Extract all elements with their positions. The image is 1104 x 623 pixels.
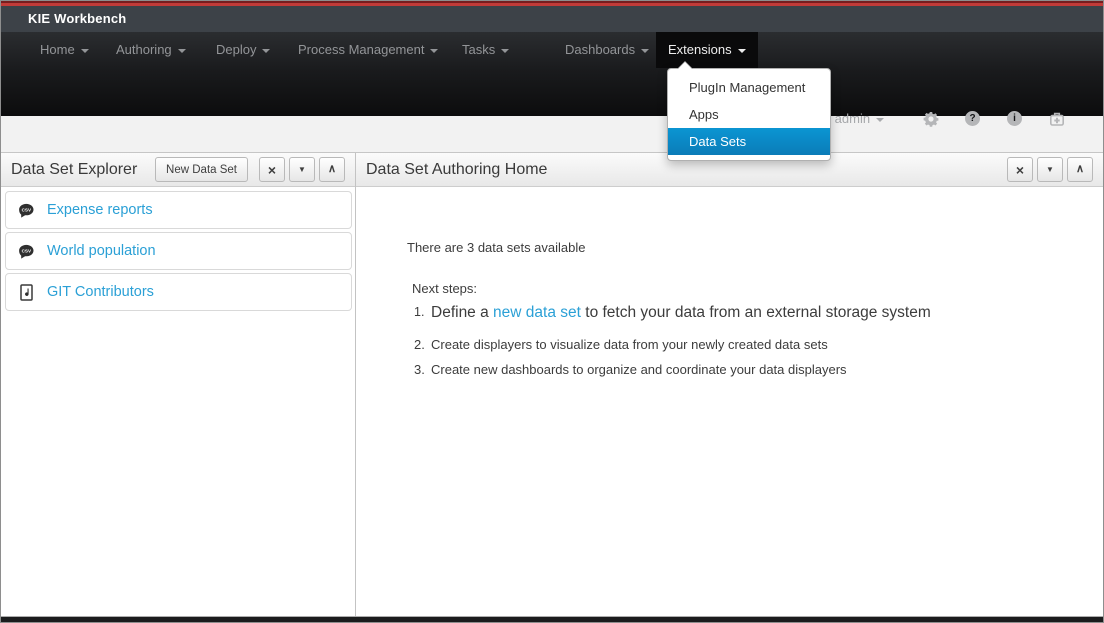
csv-dataset-icon: CSV — [17, 201, 36, 220]
collapse-panel-button[interactable]: ∧ — [319, 157, 345, 182]
help-icon[interactable]: ? — [965, 111, 981, 127]
next-step-3: 3.Create new dashboards to organize and … — [414, 362, 847, 377]
nav-item-authoring[interactable]: Authoring — [104, 32, 198, 68]
chevron-down-icon — [738, 49, 746, 53]
chevron-down-icon — [178, 49, 186, 53]
svg-text:CSV: CSV — [22, 248, 32, 253]
home-panel-title: Data Set Authoring Home — [366, 161, 547, 179]
nav-item-extensions[interactable]: Extensions — [656, 32, 758, 68]
data-set-item-expense-reports[interactable]: CSV Expense reports — [5, 191, 352, 229]
caret-down-icon: ▼ — [298, 166, 306, 174]
nav-item-tasks[interactable]: Tasks — [450, 32, 521, 68]
chevron-down-icon — [501, 49, 509, 53]
panel-menu-button[interactable]: ▼ — [289, 157, 315, 182]
main-navbar: Home Authoring Deploy Process Management… — [1, 32, 1103, 116]
data-set-link[interactable]: Expense reports — [47, 202, 153, 218]
close-icon: × — [1016, 163, 1024, 177]
workspace-panels: Data Set Explorer New Data Set × ▼ ∧ CSV — [1, 153, 1103, 616]
svg-text:CSV: CSV — [22, 207, 32, 212]
chevron-down-icon — [262, 49, 270, 53]
medkit-icon[interactable] — [1049, 111, 1065, 127]
menu-item-plugin-management[interactable]: PlugIn Management — [668, 74, 830, 101]
home-panel-controls: × ▼ ∧ — [1003, 157, 1093, 182]
close-icon: × — [268, 163, 276, 177]
data-set-item-world-population[interactable]: CSV World population — [5, 232, 352, 270]
window-bottom-edge — [1, 616, 1103, 623]
info-icon[interactable]: i — [1007, 111, 1023, 127]
data-set-list: CSV Expense reports CSV World population — [1, 187, 355, 311]
next-steps-label: Next steps: — [412, 281, 477, 296]
panel-menu-button[interactable]: ▼ — [1037, 157, 1063, 182]
nav-item-dashboards[interactable]: Dashboards — [553, 32, 661, 68]
data-set-link[interactable]: World population — [47, 243, 156, 259]
close-panel-button[interactable]: × — [259, 157, 285, 182]
chevron-up-icon: ∧ — [1076, 164, 1084, 175]
chevron-up-icon: ∧ — [328, 164, 336, 175]
app-title: KIE Workbench — [28, 11, 126, 26]
menu-item-apps[interactable]: Apps — [668, 101, 830, 128]
gear-icon[interactable] — [923, 111, 939, 127]
app-title-bar: KIE Workbench — [1, 6, 1103, 32]
caret-down-icon: ▼ — [1046, 166, 1054, 174]
bean-dataset-icon — [17, 283, 36, 302]
csv-dataset-icon: CSV — [17, 242, 36, 261]
step-number: 2. — [414, 337, 431, 352]
data-set-explorer-panel: Data Set Explorer New Data Set × ▼ ∧ CSV — [1, 153, 356, 616]
close-panel-button[interactable]: × — [1007, 157, 1033, 182]
menu-item-data-sets[interactable]: Data Sets — [668, 128, 830, 155]
explorer-panel-controls: New Data Set × ▼ ∧ — [151, 157, 345, 182]
data-set-authoring-home-panel: Data Set Authoring Home × ▼ ∧ There are … — [356, 153, 1103, 616]
chevron-down-icon — [876, 118, 884, 122]
menu-arrow-icon — [678, 62, 692, 69]
extensions-dropdown-menu: PlugIn Management Apps Data Sets — [667, 68, 831, 161]
collapse-panel-button[interactable]: ∧ — [1067, 157, 1093, 182]
nav-item-process-management[interactable]: Process Management — [286, 32, 450, 68]
new-data-set-link[interactable]: new data set — [493, 304, 581, 321]
data-set-link[interactable]: GIT Contributors — [47, 284, 154, 300]
data-sets-summary: There are 3 data sets available — [407, 240, 586, 255]
nav-item-deploy[interactable]: Deploy — [204, 32, 282, 68]
step-number: 1. — [414, 305, 431, 319]
new-data-set-button[interactable]: New Data Set — [155, 157, 248, 182]
next-step-2: 2.Create displayers to visualize data fr… — [414, 337, 828, 352]
step-number: 3. — [414, 362, 431, 377]
explorer-panel-header: Data Set Explorer New Data Set × ▼ ∧ — [1, 153, 355, 187]
chevron-down-icon — [430, 49, 438, 53]
next-step-1: 1.Define a new data set to fetch your da… — [414, 304, 931, 322]
nav-item-home[interactable]: Home — [28, 32, 101, 68]
chevron-down-icon — [81, 49, 89, 53]
kie-workbench-window: KIE Workbench Home Authoring Deploy Proc… — [0, 0, 1104, 623]
data-set-item-git-contributors[interactable]: GIT Contributors — [5, 273, 352, 311]
explorer-panel-title: Data Set Explorer — [11, 161, 137, 179]
chevron-down-icon — [641, 49, 649, 53]
